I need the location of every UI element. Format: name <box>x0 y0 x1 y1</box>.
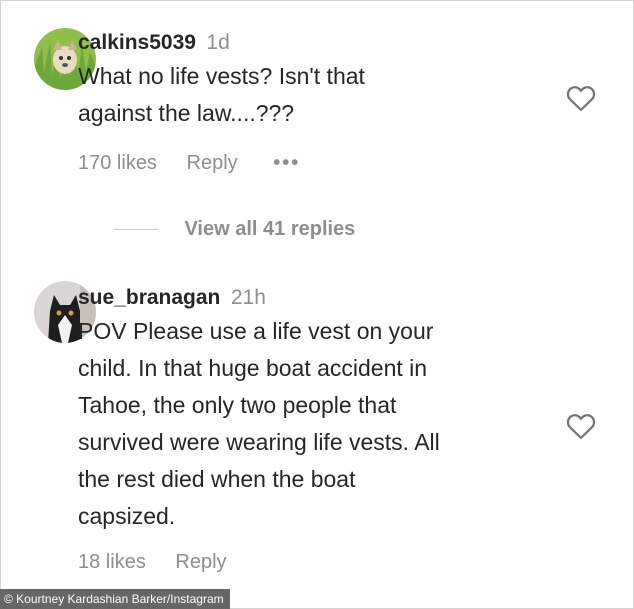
heart-outline-icon <box>566 414 596 439</box>
view-replies-button[interactable]: View all 41 replies <box>114 218 355 241</box>
comment-text: POV Please use a life vest on your child… <box>78 313 440 535</box>
photo-credit: © Kourtney Kardashian Barker/Instagram <box>0 589 230 609</box>
comment-line: child. In that huge boat accident in <box>78 355 428 381</box>
comment-line: the rest died when the boat <box>78 466 356 492</box>
likes-count[interactable]: 170 likes <box>78 152 157 175</box>
more-options-button[interactable]: ••• <box>273 152 300 175</box>
timestamp[interactable]: 1d <box>206 31 229 54</box>
comment-line: What no life vests? Isn't that <box>78 63 365 89</box>
comment-header: calkins5039 1d <box>78 31 230 55</box>
comment-header: sue_branagan 21h <box>78 286 266 310</box>
comment-line: survived were wearing life vests. All <box>78 429 440 455</box>
comment-line: capsized. <box>78 503 176 529</box>
like-button[interactable] <box>566 84 596 117</box>
divider-line <box>114 229 158 230</box>
heart-outline-icon <box>566 86 596 111</box>
reply-button[interactable]: Reply <box>187 152 238 175</box>
comment-line: against the law....??? <box>78 100 295 126</box>
like-button[interactable] <box>566 412 596 445</box>
reply-button[interactable]: Reply <box>175 551 226 574</box>
comment-actions: 18 likes Reply <box>78 551 227 574</box>
comment-actions: 170 likes Reply ••• <box>78 152 300 175</box>
comment-line: POV Please use a life vest on your <box>78 318 434 344</box>
username[interactable]: calkins5039 <box>78 31 196 54</box>
likes-count[interactable]: 18 likes <box>78 551 146 574</box>
view-replies-label: View all 41 replies <box>184 218 356 240</box>
timestamp[interactable]: 21h <box>231 286 266 309</box>
username[interactable]: sue_branagan <box>78 286 220 309</box>
comment-text: What no life vests? Isn't that against t… <box>78 58 365 132</box>
comment-line: Tahoe, the only two people that <box>78 392 397 418</box>
